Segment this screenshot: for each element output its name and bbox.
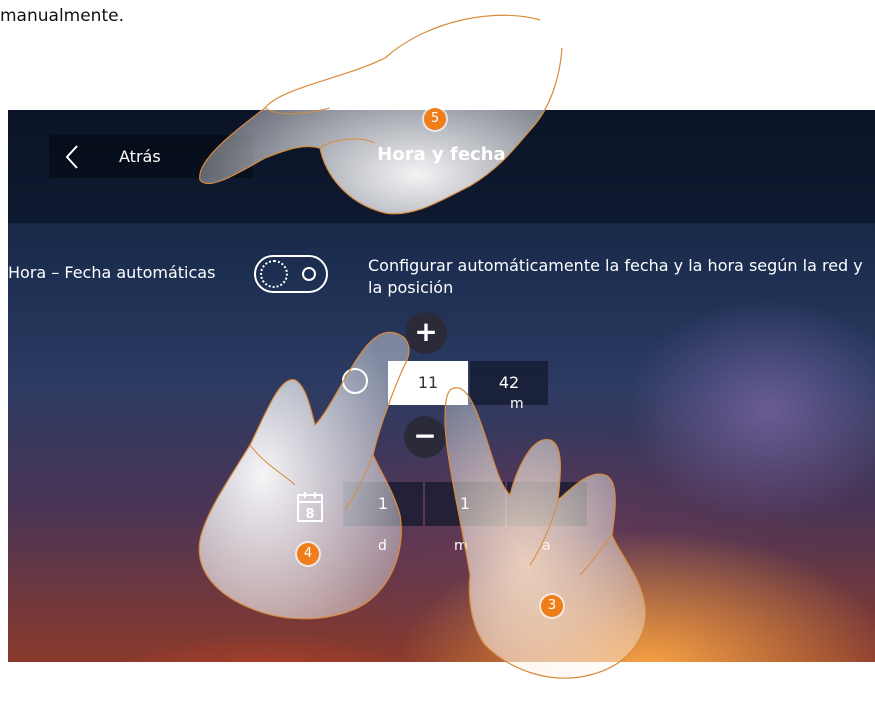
auto-datetime-label: Hora – Fecha automáticas xyxy=(8,263,216,282)
pointing-hand-illustration xyxy=(199,14,563,215)
intro-text: manualmente. xyxy=(0,6,124,26)
step-badge-3: 3 xyxy=(541,595,563,617)
step-badge-5: 5 xyxy=(424,108,446,130)
auto-datetime-description: Configurar automáticamente la fecha y la… xyxy=(368,256,863,297)
toggle-off-indicator xyxy=(302,267,316,281)
step-badge-4: 4 xyxy=(297,543,319,565)
pointing-hand-illustration xyxy=(444,387,647,679)
pointing-hand-illustration xyxy=(198,331,410,620)
toggle-knob xyxy=(260,260,288,288)
auto-datetime-toggle[interactable] xyxy=(254,255,328,293)
